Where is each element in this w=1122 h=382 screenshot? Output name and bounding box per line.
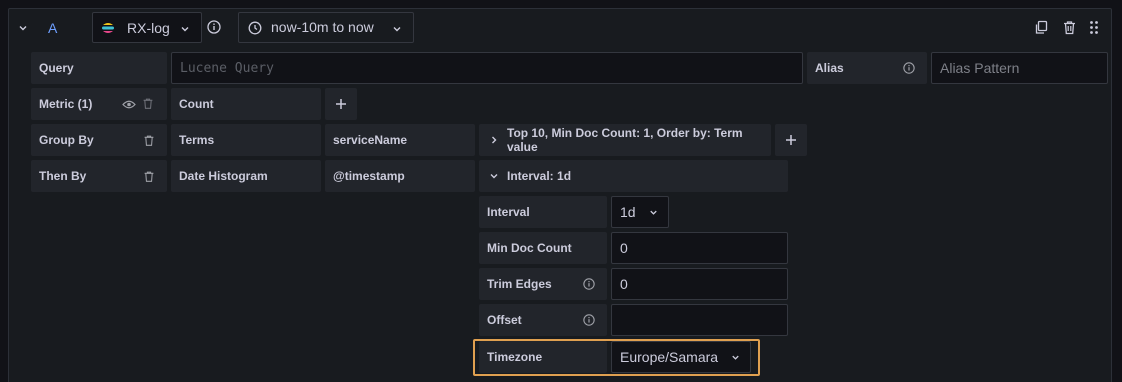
- offset-label-text: Offset: [487, 313, 522, 327]
- trash-icon[interactable]: [143, 134, 155, 147]
- chevron-down-icon: [489, 171, 499, 181]
- interval-select[interactable]: 1d: [611, 196, 669, 228]
- timezone-select[interactable]: Europe/Samara: [611, 341, 751, 373]
- lucene-query-input[interactable]: Lucene Query: [171, 52, 803, 84]
- then-by-type-select[interactable]: Date Histogram: [171, 160, 321, 192]
- time-range-picker[interactable]: now-10m to now: [238, 12, 414, 43]
- then-by-settings-toggle[interactable]: Interval: 1d: [479, 160, 788, 192]
- delete-query-icon[interactable]: [1062, 20, 1077, 35]
- metric-label: Metric (1): [31, 88, 167, 120]
- trim-edges-label-text: Trim Edges: [487, 277, 552, 291]
- trim-edges-input[interactable]: 0: [611, 268, 788, 300]
- group-by-type-select[interactable]: Terms: [171, 124, 321, 156]
- timezone-label: Timezone: [479, 341, 607, 373]
- group-by-field-select[interactable]: serviceName: [325, 124, 475, 156]
- plus-icon: [786, 135, 796, 145]
- info-icon[interactable]: [583, 278, 595, 290]
- trash-icon[interactable]: [142, 97, 154, 110]
- metric-label-text: Metric (1): [39, 97, 93, 111]
- then-by-label: Then By: [31, 160, 167, 192]
- info-icon[interactable]: [903, 62, 915, 74]
- drag-handle-icon[interactable]: [1089, 20, 1099, 35]
- plus-icon: [336, 99, 346, 109]
- trim-edges-label: Trim Edges: [479, 268, 607, 300]
- then-by-field-select[interactable]: @timestamp: [325, 160, 475, 192]
- duplicate-query-icon[interactable]: [1034, 20, 1049, 35]
- offset-input[interactable]: [611, 304, 788, 336]
- group-by-settings-toggle[interactable]: Top 10, Min Doc Count: 1, Order by: Term…: [479, 124, 771, 156]
- chevron-down-icon: [648, 207, 659, 218]
- then-by-settings-text: Interval: 1d: [507, 169, 572, 183]
- collapse-chevron-icon[interactable]: [17, 22, 29, 34]
- offset-label: Offset: [479, 304, 607, 336]
- min-doc-count-input[interactable]: 0: [611, 232, 788, 264]
- add-metric-button[interactable]: [325, 88, 357, 120]
- interval-value: 1d: [620, 204, 636, 220]
- chevron-down-icon: [179, 23, 191, 35]
- metric-type-select[interactable]: Count: [171, 88, 321, 120]
- lucene-query-placeholder: Lucene Query: [180, 60, 274, 76]
- group-by-settings-text: Top 10, Min Doc Count: 1, Order by: Term…: [507, 126, 743, 154]
- alias-label-text: Alias: [815, 61, 844, 75]
- query-label: Query: [31, 52, 167, 84]
- then-by-label-text: Then By: [39, 169, 87, 183]
- eye-icon[interactable]: [122, 99, 136, 110]
- group-by-label: Group By: [31, 124, 167, 156]
- min-doc-count-label: Min Doc Count: [479, 232, 607, 264]
- chevron-down-icon: [391, 23, 403, 35]
- info-icon[interactable]: [207, 20, 221, 34]
- alias-pattern-input[interactable]: Alias Pattern: [931, 52, 1108, 84]
- interval-label: Interval: [479, 196, 607, 228]
- chevron-down-icon: [730, 352, 741, 363]
- timezone-value: Europe/Samara: [620, 349, 719, 365]
- alias-pattern-placeholder: Alias Pattern: [940, 60, 1020, 76]
- time-range-label: now-10m to now: [271, 19, 374, 35]
- trash-icon[interactable]: [143, 170, 155, 183]
- query-refid[interactable]: A: [48, 20, 57, 36]
- clock-icon: [248, 21, 262, 35]
- elasticsearch-icon: [101, 21, 115, 35]
- add-group-by-button[interactable]: [775, 124, 807, 156]
- alias-label: Alias: [807, 52, 927, 84]
- datasource-name: RX-log: [127, 20, 170, 36]
- chevron-right-icon: [489, 135, 499, 145]
- group-by-label-text: Group By: [39, 133, 94, 147]
- datasource-picker[interactable]: RX-log: [92, 12, 202, 43]
- info-icon[interactable]: [583, 314, 595, 326]
